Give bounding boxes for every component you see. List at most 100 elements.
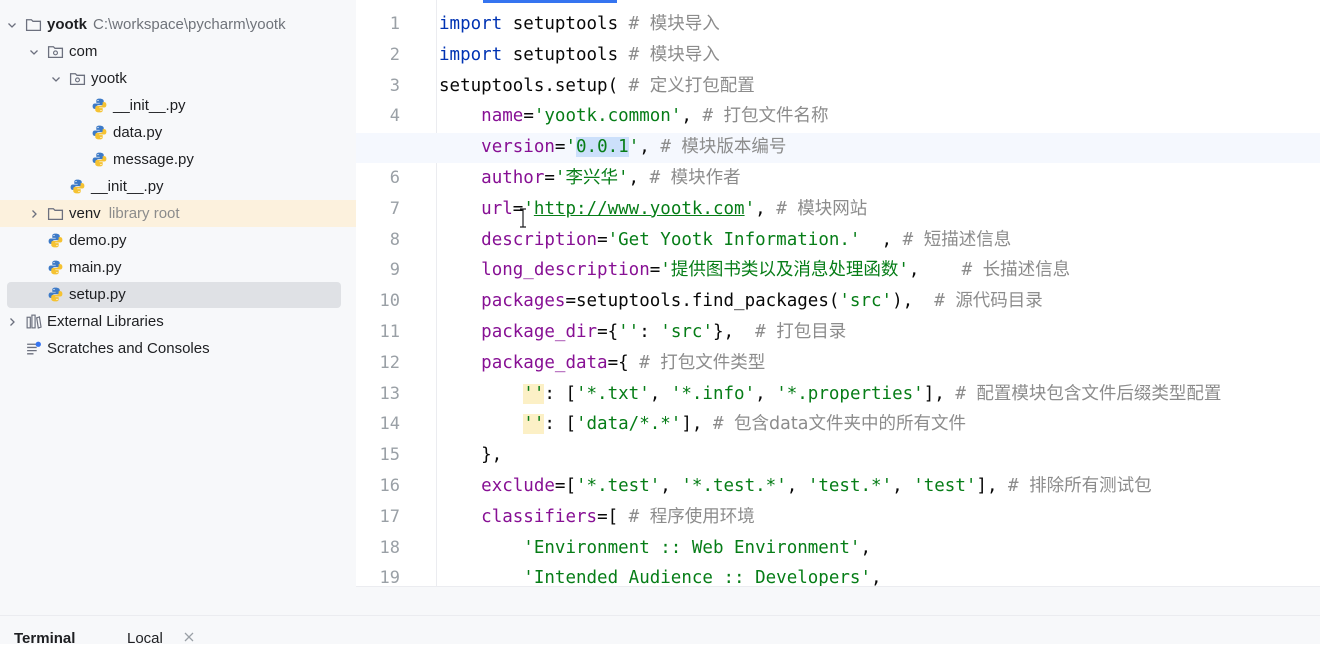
code-text: =setuptools.find_packages(	[565, 291, 840, 312]
line-number: 8	[389, 229, 400, 250]
comment-text: 排除所有测试包	[1029, 476, 1152, 496]
code-line[interactable]: exclude=['*.test', '*.test.*', 'test.*',…	[439, 471, 1152, 502]
tree-item-label: demo.py	[69, 232, 127, 249]
comment-token: 定义打包配置	[650, 76, 755, 96]
comment-text: 模块导入	[649, 44, 720, 65]
chevron-down-icon[interactable]	[28, 46, 40, 58]
code-line[interactable]: import setuptools # 模块导入	[439, 40, 720, 71]
comment-token: 模块作者	[671, 168, 741, 188]
code-line[interactable]: long_description='提供图书类以及消息处理函数', # 长描述信…	[439, 255, 1070, 286]
close-icon[interactable]	[183, 631, 195, 643]
selected-text: 0.0.1	[576, 137, 629, 158]
code-line[interactable]: '': ['*.txt', '*.info', '*.properties'],…	[439, 379, 1221, 410]
comment-token: #	[1008, 476, 1030, 496]
tree-item[interactable]: demo.py	[0, 227, 356, 254]
code-line[interactable]: name='yootk.common', # 打包文件名称	[439, 101, 829, 132]
comment-text: 程序使用环境	[649, 506, 755, 527]
string-token: 'Environment :: Web Environment'	[523, 537, 861, 558]
code-line[interactable]: '': ['data/*.*'], # 包含data文件夹中的所有文件	[439, 409, 966, 440]
comment-token: #	[628, 506, 650, 527]
code-line[interactable]: description='Get Yootk Information.' , #…	[439, 225, 1011, 256]
code-line[interactable]: setuptools.setup( # 定义打包配置	[439, 71, 755, 102]
chevron-right-icon[interactable]	[28, 208, 40, 220]
string-token: '	[554, 168, 566, 188]
parameter-token: package_data	[481, 352, 608, 373]
tab-local[interactable]: Local	[127, 630, 163, 647]
line-number: 12	[379, 352, 400, 373]
tree-item[interactable]: com	[0, 38, 356, 65]
tree-item[interactable]: message.py	[0, 146, 356, 173]
tab-terminal[interactable]: Terminal	[14, 630, 75, 647]
tree-item[interactable]: data.py	[0, 119, 356, 146]
tree-item-label: data.py	[113, 124, 163, 141]
chevron-right-icon[interactable]	[6, 316, 18, 328]
code-line[interactable]: author='李兴华', # 模块作者	[439, 163, 741, 194]
code-line[interactable]: packages=setuptools.find_packages('src')…	[439, 286, 1043, 317]
code-line[interactable]: package_dir={'': 'src'}, # 打包目录	[439, 317, 846, 348]
string-token: '	[617, 168, 629, 188]
tree-item[interactable]: main.py	[0, 254, 356, 281]
tree-item[interactable]: Scratches and Consoles	[0, 335, 356, 362]
editor-horizontal-area	[356, 586, 1320, 616]
tree-item-path: C:\workspace\pycharm\yootk	[93, 16, 286, 33]
code-line[interactable]: package_data={ # 打包文件类型	[439, 348, 765, 379]
code-line[interactable]: 'Intended Audience :: Developers',	[439, 563, 882, 586]
tree-item[interactable]: __init__.py	[0, 92, 356, 119]
string-token: ''	[618, 322, 640, 342]
tree-item[interactable]: External Libraries	[0, 308, 356, 335]
comment-text: 长描述信息	[982, 260, 1071, 281]
comment-token: #	[639, 352, 661, 373]
folder-icon	[46, 205, 64, 223]
tree-item-label: yootk	[47, 16, 88, 33]
tree-item-label: Scratches and Consoles	[47, 340, 210, 357]
tree-item-label: setup.py	[69, 286, 126, 303]
chevron-down-icon[interactable]	[50, 73, 62, 85]
code-line[interactable]: version='0.0.1', # 模块版本编号	[439, 132, 786, 163]
tree-item[interactable]: __init__.py	[0, 173, 356, 200]
code-line[interactable]: url='http://www.yootk.com', # 模块网站	[439, 194, 867, 225]
code-text: =	[523, 106, 534, 127]
tree-item[interactable]: yootk C:\workspace\pycharm\yootk	[0, 11, 356, 38]
comment-token: 打包文件名称	[724, 106, 829, 126]
bottom-tool-bar: Terminal Local	[0, 615, 1320, 647]
scratches-icon	[24, 340, 42, 358]
string-token: 'src'	[839, 291, 893, 312]
comment-token: 程序使用环境	[650, 507, 755, 527]
comment-token: #	[902, 229, 924, 250]
string-token: '*.test.*'	[681, 476, 787, 496]
code-text: ],	[976, 476, 1009, 496]
comment-text: 配置模块包含文件后缀类型配置	[976, 383, 1222, 404]
comment-token: #	[660, 137, 682, 158]
keyword-token: import	[439, 14, 503, 34]
code-line[interactable]: classifiers=[ # 程序使用环境	[439, 502, 755, 533]
code-line[interactable]: },	[439, 440, 502, 471]
code-text: ,	[870, 568, 882, 586]
line-number: 1	[389, 14, 400, 34]
line-number: 3	[389, 75, 400, 96]
tree-item-label: venv	[69, 205, 101, 222]
code-text: ,	[681, 106, 703, 127]
code-editor[interactable]: 12345678910111213141516171819 import set…	[356, 0, 1320, 586]
code-text: ,	[755, 198, 777, 219]
chevron-down-icon[interactable]	[6, 19, 18, 31]
active-tab-indicator	[483, 0, 617, 3]
parameter-token: author	[481, 168, 545, 188]
tree-item-label: yootk	[91, 70, 127, 87]
line-number: 17	[379, 506, 400, 527]
code-line[interactable]: import setuptools # 模块导入	[439, 9, 720, 40]
string-token: '	[744, 198, 756, 219]
tree-item-library-root: library root	[108, 205, 180, 222]
tree-item[interactable]: venv library root	[0, 200, 356, 227]
tree-item[interactable]: setup.py	[0, 281, 356, 308]
code-line[interactable]: 'Environment :: Web Environment',	[439, 533, 871, 564]
tree-item[interactable]: yootk	[0, 65, 356, 92]
tree-item-label: __init__.py	[113, 97, 186, 114]
code-text: :	[639, 322, 661, 342]
